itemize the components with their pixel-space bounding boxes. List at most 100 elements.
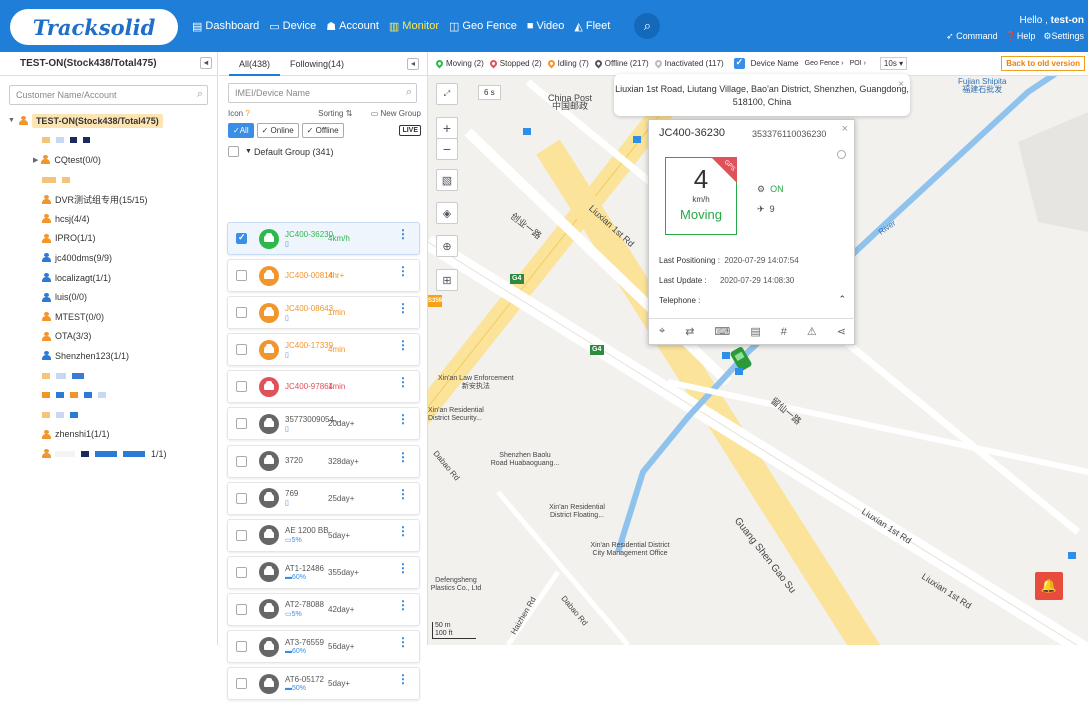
sorting-button[interactable]: Sorting ⇅ xyxy=(318,109,352,118)
tree-node[interactable]: luis(0/0) xyxy=(8,287,217,307)
caret-down-icon[interactable]: ▼ xyxy=(245,148,252,155)
global-search-button[interactable]: ⌕ xyxy=(634,13,661,39)
device-checkbox[interactable] xyxy=(236,232,247,244)
tree-node-label[interactable]: Shenzhen123(1/1) xyxy=(55,351,129,361)
tree-node-label[interactable]: OTA(3/3) xyxy=(55,331,91,341)
report-icon[interactable]: ▤ xyxy=(750,325,760,338)
filter-idling[interactable]: Idling (7) xyxy=(546,58,589,69)
device-search-input[interactable]: IMEI/Device Name ⌕ xyxy=(228,83,417,103)
nav-device[interactable]: ▭ Device xyxy=(269,20,316,33)
device-name-toggle[interactable]: Device Name xyxy=(733,57,799,69)
map-layers-button[interactable]: ◈ xyxy=(436,202,458,224)
tree-node[interactable]: IPRO(1/1) xyxy=(8,229,217,249)
device-checkbox[interactable] xyxy=(236,566,247,578)
search-icon[interactable]: ⌕ xyxy=(406,86,412,99)
search-icon[interactable]: ⌕ xyxy=(197,88,203,101)
tab-following[interactable]: Following(14) xyxy=(280,52,354,76)
device-row[interactable]: AT1-12486 ▬60% 355day+ ⋮ xyxy=(227,555,420,589)
more-options-icon[interactable]: ⋮ xyxy=(397,451,409,463)
nav-video[interactable]: ■ Video xyxy=(527,20,565,32)
device-row[interactable]: AT6-05172 ▬50% 5day+ ⋮ xyxy=(227,667,420,701)
tree-node-label[interactable]: localizagt(1/1) xyxy=(55,273,111,283)
more-options-icon[interactable]: ⋮ xyxy=(397,488,409,500)
device-row[interactable]: 3720 328day+ ⋮ xyxy=(227,444,420,478)
device-row[interactable]: JC400-36230▯4km/h⋮ xyxy=(227,222,420,255)
more-options-icon[interactable]: ⋮ xyxy=(397,265,409,277)
geofence-icon[interactable]: # xyxy=(781,326,787,338)
more-options-icon[interactable]: ⋮ xyxy=(397,302,409,314)
tree-node-label[interactable]: zhenshi1(1/1) xyxy=(55,429,110,439)
filter-stopped[interactable]: Stopped (2) xyxy=(488,58,542,69)
more-options-icon[interactable]: ⋮ xyxy=(397,673,409,685)
tree-node-label[interactable]: jc400dms(9/9) xyxy=(55,253,112,263)
filter-inactivated[interactable]: Inactivated (117) xyxy=(653,58,724,69)
tree-node-label[interactable]: 1/1) xyxy=(151,449,167,459)
map-view[interactable]: Moving (2) Stopped (2) Idling (7) Offlin… xyxy=(428,52,1088,645)
device-checkbox[interactable] xyxy=(236,603,247,615)
tree-node-label[interactable]: CQtest(0/0) xyxy=(54,155,101,165)
username[interactable]: test-on xyxy=(1051,15,1084,26)
tree-node[interactable]: localizagt(1/1) xyxy=(8,268,217,288)
more-options-icon[interactable]: ⋮ xyxy=(397,376,409,388)
tree-node[interactable]: Shenzhen123(1/1) xyxy=(8,346,217,366)
tree-node[interactable]: ▶ CQtest(0/0) xyxy=(8,150,217,170)
device-row[interactable]: JC400-08643... ▯ 1min ⋮ xyxy=(227,296,420,330)
tree-node-redacted[interactable] xyxy=(8,385,217,405)
measure-button[interactable]: ⊞ xyxy=(436,269,458,291)
group-header[interactable]: ▼ Default Group (341) xyxy=(228,146,427,157)
filter-online[interactable]: ✓ Online xyxy=(256,123,299,138)
tree-node-label[interactable]: DVR测试组专用(15/15) xyxy=(55,193,148,206)
device-checkbox[interactable] xyxy=(236,381,247,393)
tree-node-redacted[interactable] xyxy=(8,131,217,151)
nav-geo-fence[interactable]: ◫ Geo Fence xyxy=(449,20,517,33)
device-checkbox[interactable] xyxy=(236,678,247,690)
locate-button[interactable]: ⊕ xyxy=(436,235,458,257)
device-row[interactable]: JC400-17339 ▯ 4min ⋮ xyxy=(227,333,420,367)
device-row[interactable]: 35773009054... ▯ 20day+ ⋮ xyxy=(227,407,420,441)
tree-node[interactable]: OTA(3/3) xyxy=(8,327,217,347)
tree-node-redacted[interactable] xyxy=(8,366,217,386)
follow-toggle[interactable] xyxy=(837,150,846,159)
tree-node[interactable]: hcsj(4/4) xyxy=(8,209,217,229)
collapse-mid-button[interactable]: ◂ xyxy=(407,58,419,70)
nav-fleet[interactable]: ◭ Fleet xyxy=(574,20,610,33)
device-row[interactable]: AT3-76559 ▬60% 56day+ ⋮ xyxy=(227,630,420,664)
device-checkbox[interactable] xyxy=(236,455,247,467)
share-icon[interactable]: ⋖ xyxy=(837,325,846,338)
popup-close-icon[interactable]: × xyxy=(842,123,848,135)
geo-fence-dropdown[interactable]: Geo Fence › xyxy=(805,60,844,67)
more-options-icon[interactable]: ⋮ xyxy=(397,228,409,240)
chevron-up-icon[interactable]: ⌃ xyxy=(838,294,846,305)
more-options-icon[interactable]: ⋮ xyxy=(397,413,409,425)
caret-right-icon[interactable]: ▶ xyxy=(33,156,38,164)
tree-node[interactable]: 1/1) xyxy=(8,444,217,464)
tree-root[interactable]: ▼ TEST-ON(Stock438/Total475) xyxy=(8,111,217,131)
address-close-icon[interactable]: × xyxy=(898,78,904,91)
tree-node[interactable]: zhenshi1(1/1) xyxy=(8,425,217,445)
device-checkbox[interactable] xyxy=(236,418,247,430)
more-options-icon[interactable]: ⋮ xyxy=(397,525,409,537)
device-checkbox[interactable] xyxy=(236,270,247,282)
device-row[interactable]: 769 ▯ 25day+ ⋮ xyxy=(227,481,420,515)
collapse-left-button[interactable]: ◂ xyxy=(200,57,212,69)
tree-node-label[interactable]: MTEST(0/0) xyxy=(55,312,104,322)
nav-dashboard[interactable]: ▤ Dashboard xyxy=(192,20,259,33)
group-checkbox[interactable] xyxy=(228,146,239,157)
filter-moving[interactable]: Moving (2) xyxy=(434,58,484,69)
device-checkbox[interactable] xyxy=(236,529,247,541)
new-group-button[interactable]: ▭ New Group xyxy=(371,109,421,118)
caret-down-icon[interactable]: ▼ xyxy=(8,117,15,124)
nav-account[interactable]: ☗ Account xyxy=(326,20,379,33)
zoom-in-button[interactable]: + xyxy=(436,117,458,139)
nav-monitor[interactable]: ▥ Monitor xyxy=(389,20,439,33)
icon-toggle[interactable]: Icon ? xyxy=(228,109,250,118)
customer-search-input[interactable]: Customer Name/Account ⌕ xyxy=(9,85,208,105)
fullscreen-button[interactable]: ⤢ xyxy=(436,83,458,105)
device-row[interactable]: AE 1200 BB ▭5% 5day+ ⋮ xyxy=(227,518,420,552)
device-checkbox[interactable] xyxy=(236,344,247,356)
back-to-old-version-button[interactable]: Back to old version xyxy=(1001,56,1085,71)
tree-root-label[interactable]: TEST-ON(Stock438/Total475) xyxy=(31,113,163,128)
tree-node-label[interactable]: IPRO(1/1) xyxy=(55,233,96,243)
location-icon[interactable]: ⌖ xyxy=(659,325,665,338)
alarm-bell-button[interactable]: 🔔 xyxy=(1035,572,1063,600)
